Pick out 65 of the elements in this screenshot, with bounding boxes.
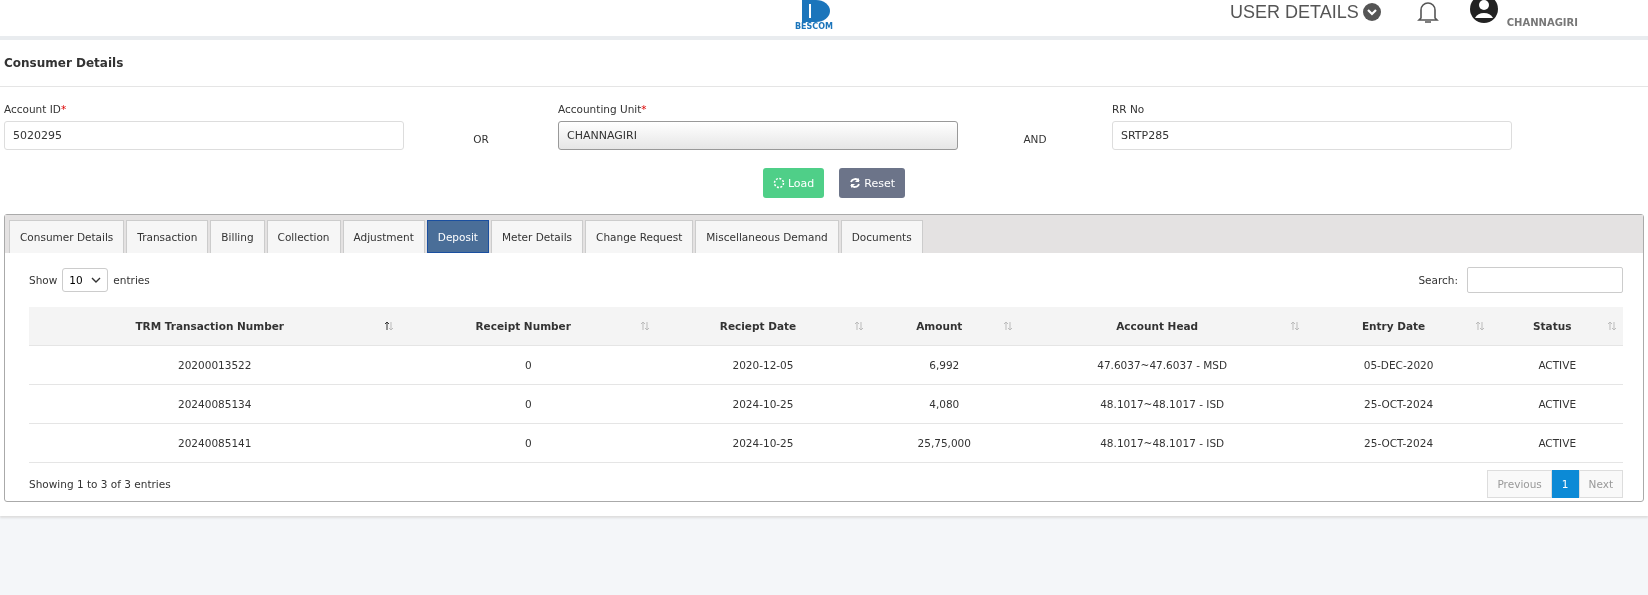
table-cell: 6,992 xyxy=(869,345,1019,385)
table-cell: 4,080 xyxy=(869,384,1019,424)
tab[interactable]: Deposit xyxy=(426,220,489,253)
column-header[interactable]: Amount xyxy=(869,307,1019,346)
column-header[interactable]: TRM Transaction Number xyxy=(29,307,401,346)
page-size-select[interactable]: 10 xyxy=(62,268,109,292)
tab[interactable]: Consumer Details xyxy=(9,220,125,253)
search-field[interactable] xyxy=(1467,267,1623,293)
table-cell: 20240085141 xyxy=(29,423,401,463)
reset-button[interactable]: Reset xyxy=(839,168,906,198)
table-cell: 25-OCT-2024 xyxy=(1305,384,1492,424)
column-header[interactable]: Entry Date xyxy=(1305,307,1492,346)
connector-label: AND xyxy=(1022,133,1048,147)
table-cell: 2020-12-05 xyxy=(656,345,870,385)
tab[interactable]: Miscellaneous Demand xyxy=(695,220,839,253)
table-cell: 47.6037~47.6037 - MSD xyxy=(1018,345,1306,385)
input-field[interactable]: SRTP285 xyxy=(1112,121,1512,150)
tab[interactable]: Meter Details xyxy=(490,220,584,253)
required-mark: * xyxy=(641,103,647,115)
connector-label: OR xyxy=(472,133,490,147)
input-field[interactable]: 5020295 xyxy=(4,121,404,150)
pagination-button[interactable]: 1 xyxy=(1551,470,1579,498)
required-mark: * xyxy=(60,103,67,115)
table-cell: 0 xyxy=(400,345,656,385)
table-cell: ACTIVE xyxy=(1491,345,1623,385)
table-cell: 48.1017~48.1017 - ISD xyxy=(1018,384,1306,424)
bell-icon[interactable] xyxy=(1416,0,1439,24)
table-cell: 0 xyxy=(400,423,656,463)
table-cell: 2024-10-25 xyxy=(656,423,870,463)
spinner-icon xyxy=(772,177,785,189)
table-cell: ACTIVE xyxy=(1491,384,1623,424)
field-label: Accounting Unit xyxy=(558,103,642,115)
column-header[interactable]: Status xyxy=(1491,307,1623,346)
table-cell: 0 xyxy=(400,384,656,424)
tab[interactable]: Billing xyxy=(210,220,265,253)
chevron-down-icon xyxy=(1362,3,1381,21)
tab[interactable]: Documents xyxy=(840,220,923,253)
avatar-icon[interactable] xyxy=(1468,0,1499,24)
tab[interactable]: Adjustment xyxy=(342,220,425,253)
tab[interactable]: Collection xyxy=(266,220,341,253)
user-details-menu[interactable]: USER DETAILS xyxy=(1230,0,1381,24)
refresh-icon xyxy=(849,177,862,189)
logo-text: BESCOM xyxy=(795,22,833,31)
table-cell: 2024-10-25 xyxy=(656,384,870,424)
field-label: RR No xyxy=(1112,103,1145,115)
user-location: CHANNAGIRI xyxy=(1506,17,1578,28)
tab[interactable]: Change Request xyxy=(585,220,694,253)
tab[interactable]: Transaction xyxy=(126,220,209,253)
column-header[interactable]: Reciept Date xyxy=(656,307,870,346)
table-cell: 05-DEC-2020 xyxy=(1305,345,1492,385)
column-header[interactable]: Receipt Number xyxy=(400,307,656,346)
chevron-down-icon xyxy=(91,277,102,283)
table-cell: 25,75,000 xyxy=(869,423,1019,463)
column-header[interactable]: Account Head xyxy=(1018,307,1306,346)
section-title: Consumer Details xyxy=(0,40,1648,87)
table-cell: ACTIVE xyxy=(1491,423,1623,463)
show-label: Show xyxy=(29,274,58,286)
entries-label: entries xyxy=(113,274,150,286)
table-cell: 48.1017~48.1017 - ISD xyxy=(1018,423,1306,463)
table-cell: 20200013522 xyxy=(29,345,401,385)
table-info: Showing 1 to 3 of 3 entries xyxy=(29,478,171,490)
table-cell: 20240085134 xyxy=(29,384,401,424)
search-label: Search: xyxy=(1418,274,1458,286)
table-cell: 25-OCT-2024 xyxy=(1305,423,1492,463)
field-label: Account ID xyxy=(4,103,61,115)
